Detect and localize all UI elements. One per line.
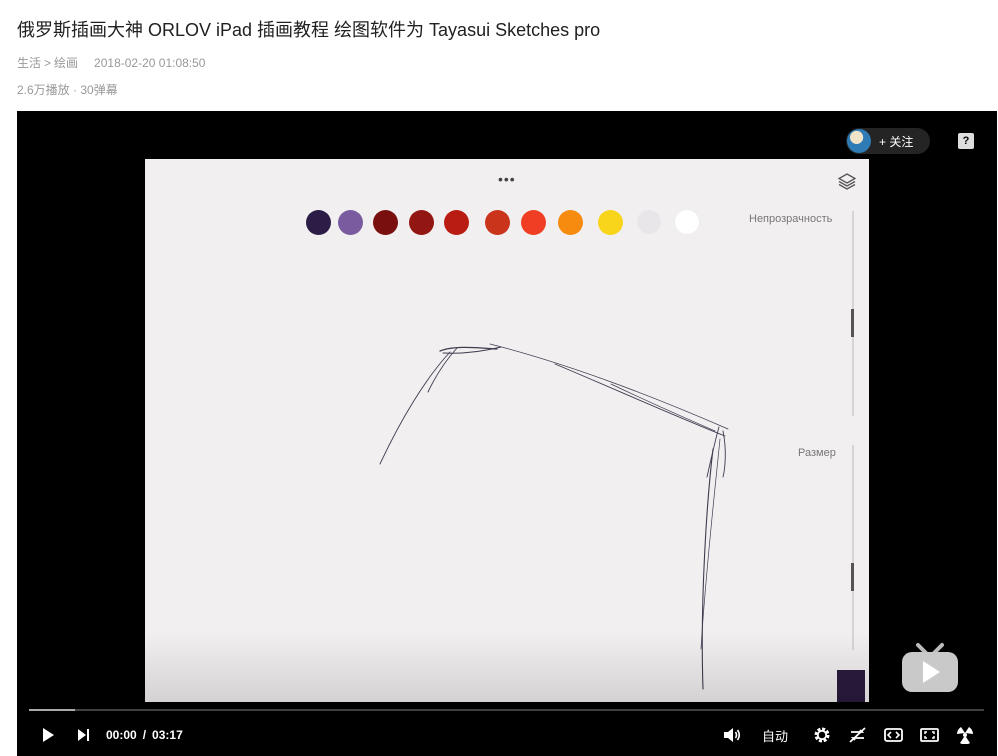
help-button[interactable]: ? — [958, 133, 974, 149]
bilibili-tv-logo — [902, 643, 958, 692]
next-button[interactable] — [73, 717, 93, 753]
volume-button[interactable] — [721, 717, 743, 753]
progress-bar[interactable] — [29, 709, 984, 711]
current-color-swatch — [837, 670, 865, 702]
settings-button[interactable] — [812, 717, 832, 753]
follow-button[interactable]: + 关注 — [846, 128, 930, 154]
time-separator: / — [142, 728, 147, 742]
publish-time: 2018-02-20 01:08:50 — [94, 55, 206, 70]
volume-icon — [724, 728, 741, 742]
web-fullscreen-icon — [919, 728, 939, 742]
play-icon — [43, 728, 54, 742]
pencil-sketch — [379, 343, 729, 690]
player-controls: 00:00 / 03:17 自动 — [17, 717, 997, 753]
quality-selector[interactable]: 自动 — [762, 717, 788, 753]
avatar — [847, 129, 871, 153]
video-title: 俄罗斯插画大神 ORLOV iPad 插画教程 绘图软件为 Tayasui Sk… — [17, 20, 601, 40]
breadcrumb-category[interactable]: 生活 — [17, 54, 41, 71]
video-meta: 生活 > 绘画 2018-02-20 01:08:50 — [17, 54, 205, 71]
video-stats: 2.6万播放 · 30弹幕 — [17, 83, 118, 97]
next-icon — [77, 729, 89, 741]
follow-label: + 关注 — [879, 134, 914, 149]
widescreen-button[interactable] — [883, 717, 903, 753]
widescreen-icon — [883, 728, 903, 742]
danmaku-toggle-button[interactable] — [847, 717, 867, 753]
fullscreen-button[interactable] — [955, 717, 975, 753]
play-button[interactable] — [37, 717, 59, 753]
fullscreen-icon — [957, 727, 973, 744]
progress-buffer — [29, 709, 75, 711]
breadcrumb-separator: > — [44, 55, 52, 70]
breadcrumb-subcategory[interactable]: 绘画 — [54, 54, 78, 71]
danmaku-off-icon — [848, 727, 866, 743]
video-player[interactable]: ••• Непрозрачность Размер + 关注 ? 00:00 /… — [17, 111, 997, 756]
time-display: 00:00 / 03:17 — [106, 717, 183, 753]
web-fullscreen-button[interactable] — [919, 717, 939, 753]
gear-icon — [814, 727, 830, 743]
video-frame: ••• Непрозрачность Размер — [145, 159, 869, 702]
duration: 03:17 — [152, 728, 183, 742]
current-time: 00:00 — [106, 728, 137, 742]
